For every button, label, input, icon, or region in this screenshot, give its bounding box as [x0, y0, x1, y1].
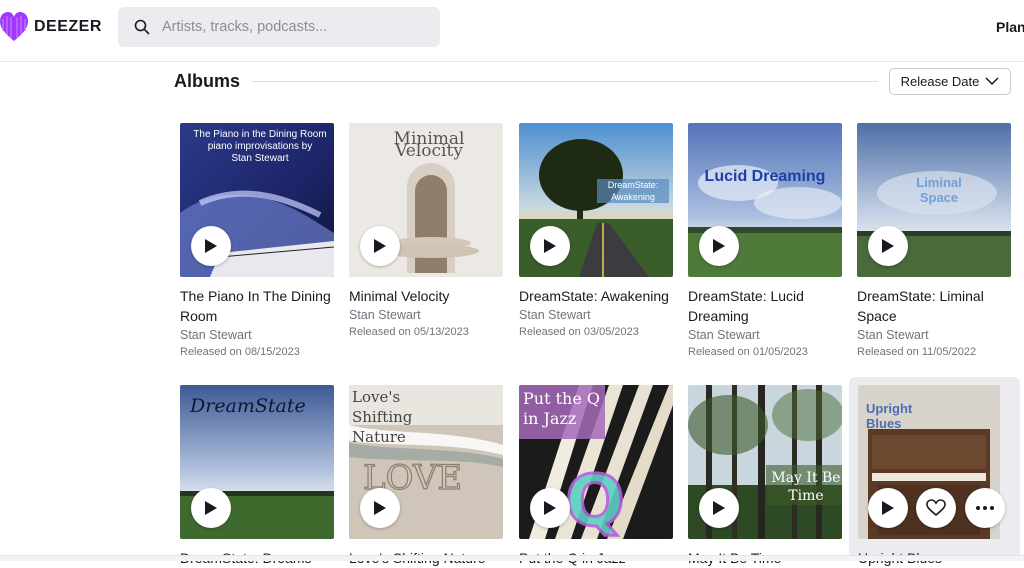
search-bar[interactable]: [118, 7, 440, 47]
play-button[interactable]: [530, 226, 570, 266]
cover-text: Upright Blues: [866, 401, 913, 431]
section-divider: [252, 81, 878, 82]
section-title: Albums: [174, 71, 241, 91]
play-button[interactable]: [868, 226, 908, 266]
play-icon: [205, 501, 217, 515]
cover-text: DreamState: Awakening: [597, 179, 669, 203]
album-cover[interactable]: May It Be Time: [688, 385, 842, 539]
add-to-favorites-button[interactable]: [916, 488, 956, 528]
play-icon: [374, 501, 386, 515]
play-icon: [374, 239, 386, 253]
logo-text: DEEZER: [34, 18, 102, 35]
more-options-button[interactable]: [965, 488, 1005, 528]
album-title[interactable]: Minimal Velocity: [349, 286, 507, 306]
album-cover[interactable]: DreamState: Awakening: [519, 123, 673, 277]
album-cover[interactable]: DreamState: [180, 385, 334, 539]
deezer-heart-icon: [0, 12, 28, 41]
play-button[interactable]: [360, 488, 400, 528]
cover-text: Minimal Velocity: [393, 129, 465, 161]
top-bar: DEEZER Plan: [0, 0, 1024, 62]
play-button[interactable]: [191, 488, 231, 528]
play-button[interactable]: [699, 226, 739, 266]
album-card[interactable]: Upright Blues Upright Blues: [858, 385, 1016, 568]
album-card[interactable]: Q Put the Q in Jazz Put the Q in Jazz: [519, 385, 677, 568]
cover-text: Love's Shifting Nature: [352, 388, 413, 446]
album-artist[interactable]: Stan Stewart: [857, 328, 1015, 342]
album-release-date: Released on 11/05/2022: [857, 346, 977, 358]
album-cover[interactable]: Minimal Velocity: [349, 123, 503, 277]
sort-label: Release Date: [900, 74, 980, 89]
play-icon: [713, 239, 725, 253]
play-button[interactable]: [191, 226, 231, 266]
play-button[interactable]: [530, 488, 570, 528]
album-release-date: Released on 03/05/2023: [519, 326, 639, 338]
album-card[interactable]: LOVE Love's Shifting Nature Love's Shift…: [349, 385, 507, 568]
play-button[interactable]: [360, 226, 400, 266]
album-card[interactable]: The Piano in the Dining Room piano impro…: [180, 123, 338, 358]
play-icon: [205, 239, 217, 253]
album-card[interactable]: May It Be Time May It Be Time: [688, 385, 846, 568]
cover-text: DreamState: [190, 395, 306, 417]
cover-text: Liminal Space: [916, 175, 962, 205]
album-artist[interactable]: Stan Stewart: [349, 308, 507, 322]
album-title[interactable]: DreamState: Awakening: [519, 286, 677, 306]
play-icon: [882, 239, 894, 253]
album-cover[interactable]: Lucid Dreaming: [688, 123, 842, 277]
play-button[interactable]: [699, 488, 739, 528]
album-card[interactable]: Liminal Space DreamState: Liminal Space …: [857, 123, 1015, 358]
album-card[interactable]: Lucid Dreaming DreamState: Lucid Dreamin…: [688, 123, 846, 358]
heart-icon: [926, 499, 946, 517]
album-card[interactable]: DreamState DreamState: Dreams: [180, 385, 338, 568]
cover-text: The Piano in the Dining Room piano impro…: [193, 129, 327, 164]
album-cover[interactable]: LOVE Love's Shifting Nature: [349, 385, 503, 539]
play-icon: [882, 501, 894, 515]
album-artist[interactable]: Stan Stewart: [688, 328, 846, 342]
play-icon: [544, 239, 556, 253]
more-dots-icon: [976, 506, 994, 510]
bottom-player-bar-edge: [0, 555, 1024, 561]
cover-text: May It Be Time: [771, 470, 841, 504]
play-button[interactable]: [868, 488, 908, 528]
album-card[interactable]: Minimal Velocity Minimal Velocity Stan S…: [349, 123, 507, 338]
album-cover[interactable]: Liminal Space: [857, 123, 1011, 277]
deezer-logo[interactable]: DEEZER: [0, 10, 102, 44]
chevron-down-icon: [985, 77, 999, 86]
search-input[interactable]: [162, 19, 422, 35]
album-title[interactable]: DreamState: Lucid Dreaming: [688, 286, 846, 326]
album-cover[interactable]: The Piano in the Dining Room piano impro…: [180, 123, 334, 277]
album-release-date: Released on 01/05/2023: [688, 346, 808, 358]
sort-dropdown-button[interactable]: Release Date: [889, 68, 1011, 95]
search-icon: [134, 19, 150, 35]
album-title[interactable]: DreamState: Liminal Space: [857, 286, 1015, 326]
plan-link[interactable]: Plan: [996, 19, 1024, 35]
album-artist[interactable]: Stan Stewart: [180, 328, 338, 342]
album-card[interactable]: DreamState: Awakening DreamState: Awaken…: [519, 123, 677, 338]
album-artist[interactable]: Stan Stewart: [519, 308, 677, 322]
play-icon: [544, 501, 556, 515]
svg-text:Q: Q: [565, 460, 625, 539]
play-icon: [713, 501, 725, 515]
album-release-date: Released on 05/13/2023: [349, 326, 469, 338]
album-title[interactable]: The Piano In The Dining Room: [180, 286, 338, 326]
cover-text: Put the Q in Jazz: [523, 389, 600, 428]
album-release-date: Released on 08/15/2023: [180, 346, 300, 358]
cover-text: Lucid Dreaming: [704, 168, 826, 185]
album-cover[interactable]: Q Put the Q in Jazz: [519, 385, 673, 539]
